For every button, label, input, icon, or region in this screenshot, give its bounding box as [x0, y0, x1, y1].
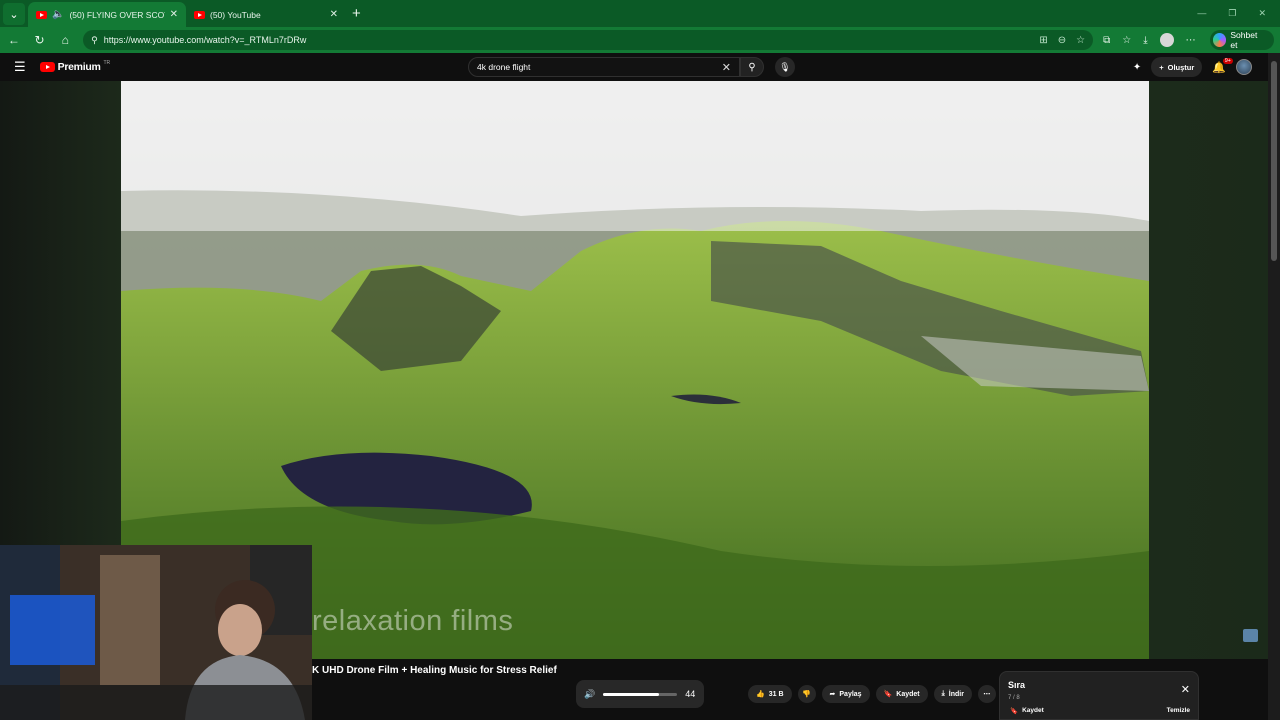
country-code: TR: [103, 60, 111, 66]
like-count: 31 B: [768, 690, 784, 698]
like-button[interactable]: 👍 31 B: [748, 685, 792, 703]
bookmark-icon: 🔖: [1010, 708, 1019, 715]
reload-icon[interactable]: ↻: [32, 33, 48, 47]
browser-toolbar: ← ↻ ⌂ ⚲ https://www.youtube.com/watch?v=…: [0, 27, 1280, 53]
browser-tab-strip: ⌄ 🔈 (50) FLYING OVER SCOTLAND ✕ (50) You…: [0, 0, 1280, 27]
create-button[interactable]: + Oluştur: [1151, 57, 1203, 77]
download-icon: ⤓: [941, 690, 945, 697]
app-available-icon[interactable]: ⊞: [1039, 35, 1047, 46]
menu-icon[interactable]: ☰: [14, 59, 26, 75]
tab-audio-icon[interactable]: 🔈: [52, 9, 64, 20]
back-icon[interactable]: ←: [6, 33, 22, 47]
tab-title: (50) FLYING OVER SCOTLAND: [69, 9, 165, 20]
queue-save-label: Kaydet: [1022, 707, 1044, 714]
tab-close-icon[interactable]: ✕: [330, 9, 338, 20]
ai-sparkle-icon[interactable]: ✦: [1133, 62, 1141, 73]
channel-watermark-icon[interactable]: [1243, 629, 1258, 642]
notification-badge: 9+: [1222, 57, 1233, 64]
video-title: K UHD Drone Film + Healing Music for Str…: [312, 665, 557, 676]
youtube-favicon-icon: [36, 10, 47, 19]
dislike-button[interactable]: 👎: [797, 685, 816, 703]
share-label: Paylaş: [839, 690, 862, 698]
youtube-logo-icon: [39, 62, 55, 72]
microphone-icon: 🎙: [779, 61, 791, 72]
favorites-icon[interactable]: ☆: [1122, 35, 1131, 46]
url-text[interactable]: https://www.youtube.com/watch?v=_RTMLn7r…: [104, 35, 1034, 45]
clear-search-icon[interactable]: ✕: [722, 61, 731, 74]
queue-save-button[interactable]: 🔖 Kaydet: [1010, 707, 1044, 715]
avatar[interactable]: [1236, 59, 1252, 75]
queue-clear-button[interactable]: Temizle: [1167, 707, 1190, 714]
share-icon: ➦: [829, 691, 836, 698]
bookmark-icon: 🔖: [883, 691, 893, 698]
webcam-image: [0, 545, 312, 720]
close-window-icon[interactable]: ✕: [1258, 8, 1266, 19]
video-actions: 👍 31 B 👎 ➦ Paylaş 🔖 Kaydet ⤓ İndir ⋯: [748, 685, 996, 703]
save-button[interactable]: 🔖 Kaydet: [875, 685, 928, 703]
more-menu-icon[interactable]: ⋯: [1186, 35, 1196, 46]
downloads-icon[interactable]: ⤓: [1143, 35, 1147, 46]
thumbs-down-icon: 👎: [802, 691, 811, 698]
profile-icon[interactable]: [1159, 33, 1174, 47]
queue-count: 7 / 8: [1008, 695, 1020, 701]
search-button[interactable]: ⚲: [740, 57, 764, 77]
tab-close-icon[interactable]: ✕: [170, 9, 178, 20]
volume-control[interactable]: 🔊 44: [576, 680, 704, 708]
search-input[interactable]: 4k drone flight ✕: [468, 57, 740, 77]
copilot-button[interactable]: Sohbet et: [1209, 30, 1275, 50]
more-icon: ⋯: [983, 691, 991, 698]
more-actions-button[interactable]: ⋯: [977, 685, 996, 703]
page-scrollbar[interactable]: [1268, 53, 1280, 720]
favorite-star-icon[interactable]: ☆: [1076, 35, 1085, 46]
video-watermark: relaxation films: [312, 605, 514, 637]
header-actions: ✦ + Oluştur 🔔 9+: [1133, 57, 1252, 77]
queue-title: Sıra: [1008, 680, 1026, 690]
scrollbar-thumb[interactable]: [1271, 61, 1277, 261]
tab-title: (50) YouTube: [210, 9, 261, 20]
notifications-button[interactable]: 🔔 9+: [1212, 57, 1233, 74]
download-button[interactable]: ⤓ İndir: [933, 685, 972, 703]
logo-text: Premium: [57, 61, 101, 73]
youtube-logo[interactable]: Premium TR: [39, 60, 111, 73]
download-label: İndir: [948, 690, 964, 698]
queue-panel: Sıra 7 / 8 ✕ 🔖 Kaydet Temizle: [999, 671, 1199, 720]
home-icon[interactable]: ⌂: [57, 33, 73, 47]
youtube-favicon-icon: [194, 10, 205, 19]
volume-slider[interactable]: [603, 692, 678, 696]
copilot-icon: [1212, 33, 1227, 47]
volume-icon[interactable]: 🔊: [584, 689, 595, 700]
search-value[interactable]: 4k drone flight: [477, 62, 722, 72]
address-bar-icons: ⊞ ⊖ ☆: [1039, 35, 1085, 46]
voice-search-button[interactable]: 🎙: [775, 57, 795, 77]
youtube-header: ☰ Premium TR 4k drone flight ✕ ⚲ 🎙 ✦ + O…: [0, 53, 1280, 81]
webcam-overlay: [0, 545, 312, 720]
create-label: Oluştur: [1167, 62, 1195, 72]
site-info-icon[interactable]: ⚲: [91, 35, 98, 46]
copilot-label: Sohbet et: [1230, 30, 1258, 50]
toolbar-icons: ⧉ ☆ ⤓ ⋯: [1103, 33, 1196, 47]
new-tab-icon[interactable]: +: [352, 5, 361, 22]
minimize-icon[interactable]: —: [1197, 8, 1206, 19]
share-button[interactable]: ➦ Paylaş: [821, 685, 870, 703]
restore-icon[interactable]: ❐: [1228, 8, 1236, 19]
zoom-icon[interactable]: ⊖: [1058, 35, 1066, 46]
tab-list-menu-icon[interactable]: ⌄: [3, 3, 25, 25]
volume-level: 44: [685, 689, 696, 699]
window-controls: — ❐ ✕: [1197, 8, 1280, 19]
search-icon: ⚲: [748, 61, 756, 73]
extensions-icon[interactable]: ⧉: [1103, 35, 1110, 46]
tab-flying-over-scotland[interactable]: 🔈 (50) FLYING OVER SCOTLAND ✕: [28, 2, 186, 27]
save-label: Kaydet: [896, 690, 920, 698]
plus-icon: +: [1159, 62, 1164, 72]
close-icon[interactable]: ✕: [1181, 683, 1190, 696]
volume-slider-fill: [603, 692, 659, 696]
address-bar[interactable]: ⚲ https://www.youtube.com/watch?v=_RTMLn…: [83, 30, 1094, 50]
tab-youtube[interactable]: (50) YouTube ✕: [186, 2, 346, 27]
thumbs-up-icon: 👍: [756, 691, 765, 698]
